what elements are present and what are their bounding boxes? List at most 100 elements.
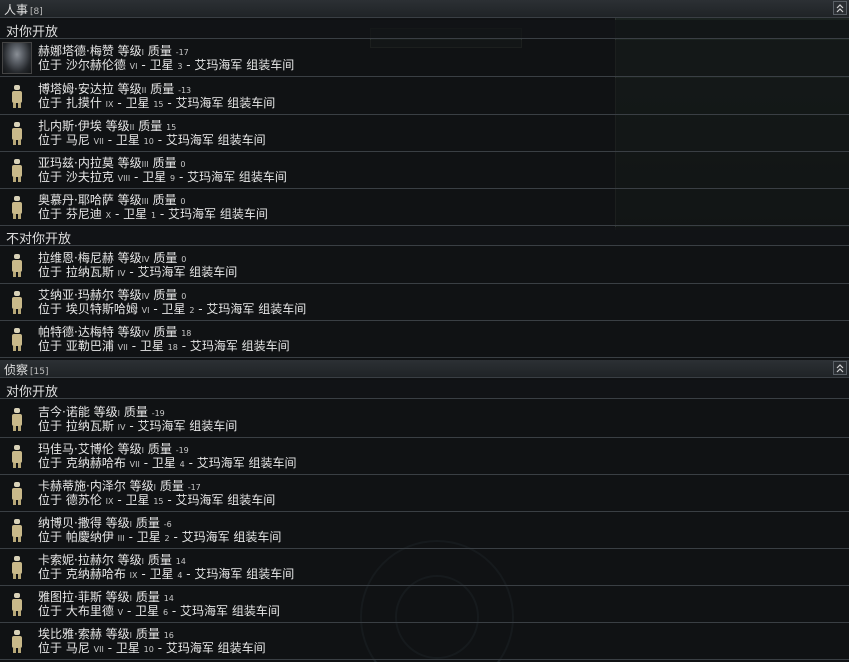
location-station: - 艾玛海军 组装车间 — [167, 493, 276, 507]
location-moon-number: 18 — [167, 343, 178, 352]
location-moon-label: - 卫星 — [143, 456, 176, 470]
location-planet-roman: IX — [105, 100, 114, 109]
agent-location-line: 位于 德苏伦 IX - 卫星 15 - 艾玛海军 组装车间 — [38, 491, 275, 508]
location-moon-number: 2 — [164, 534, 170, 543]
group-label: 对你开放 — [6, 25, 59, 40]
agent-icon[interactable] — [4, 480, 30, 506]
location-planet-roman: VIII — [117, 174, 131, 183]
section-count: [8] — [30, 7, 43, 17]
location-moon-number: 4 — [179, 460, 185, 469]
location-system: 位于 大布里德 — [38, 604, 114, 618]
agent-row[interactable]: 吉今·诺能 等级I 质量 -19 位于 拉纳瓦斯 IV - 艾玛海军 组装车间 — [0, 401, 849, 438]
agent-icon[interactable] — [4, 157, 30, 183]
location-moon-number: 15 — [153, 100, 164, 109]
agent-row[interactable]: 奥慕丹·耶哈萨 等级III 质量 0 位于 芬尼迪 X - 卫星 1 - 艾玛海军… — [0, 189, 849, 226]
location-station: - 艾玛海军 组装车间 — [198, 302, 307, 316]
location-moon-number: 4 — [177, 571, 183, 580]
agent-location-line: 位于 芬尼迪 X - 卫星 1 - 艾玛海军 组装车间 — [38, 205, 268, 222]
location-station: - 艾玛海军 组装车间 — [157, 133, 266, 147]
agent-icon[interactable] — [4, 443, 30, 469]
location-moon-label: - 卫星 — [114, 207, 148, 221]
agent-icon[interactable] — [4, 554, 30, 580]
agent-location-line: 位于 埃贝特斯哈姆 VI - 卫星 2 - 艾玛海军 组装车间 — [38, 300, 306, 317]
agent-icon[interactable] — [4, 591, 30, 617]
location-moon-number: 3 — [177, 62, 183, 71]
location-planet-roman: VII — [117, 343, 128, 352]
agent-row[interactable]: 艾纳亚·玛赫尔 等级IV 质量 0 位于 埃贝特斯哈姆 VI - 卫星 2 - 艾… — [0, 284, 849, 321]
agent-icon[interactable] — [4, 406, 30, 432]
section-title: 侦察 [15] — [4, 361, 49, 378]
agent-location-line: 位于 扎摸什 IX - 卫星 15 - 艾玛海军 组装车间 — [38, 94, 275, 111]
location-planet-roman: V — [117, 608, 124, 617]
agent-row[interactable]: 拉维恩·梅尼赫 等级IV 质量 0 位于 拉纳瓦斯 IV - 艾玛海军 组装车间 — [0, 247, 849, 284]
agent-row[interactable]: 埃比雅·索赫 等级I 质量 16 位于 马尼 VII - 卫星 10 - 艾玛海军… — [0, 623, 849, 660]
agent-row[interactable]: 赫娜塔德·梅赞 等级I 质量 -17 位于 沙尔赫伦德 VI - 卫星 3 - 艾… — [0, 40, 849, 77]
location-moon-number: 10 — [143, 645, 154, 654]
collapse-button[interactable] — [833, 361, 847, 375]
location-system: 位于 马尼 — [38, 641, 90, 655]
agent-row[interactable]: 亚玛兹·内拉莫 等级III 质量 0 位于 沙夫拉克 VIII - 卫星 9 - … — [0, 152, 849, 189]
agent-list-panel: 人事 [8] 对你开放 赫娜塔德·梅赞 等级I 质量 -17 位于 沙尔赫伦德 VI -… — [0, 0, 849, 662]
agent-location-line: 位于 马尼 VII - 卫星 10 - 艾玛海军 组装车间 — [38, 639, 266, 656]
agent-location-line: 位于 大布里德 V - 卫星 6 - 艾玛海军 组装车间 — [38, 602, 280, 619]
chevron-up-icon — [836, 4, 844, 13]
agent-icon[interactable] — [4, 517, 30, 543]
group-header[interactable]: 不对你开放 — [0, 227, 849, 247]
location-planet-roman: VII — [93, 645, 104, 654]
location-moon-label: - 艾玛海军 组装车间 — [129, 419, 238, 433]
location-system: 位于 德苏伦 — [38, 493, 102, 507]
agent-icon[interactable] — [4, 194, 30, 220]
agent-location-line: 位于 沙尔赫伦德 VI - 卫星 3 - 艾玛海军 组装车间 — [38, 56, 294, 73]
location-system: 位于 亚勒巴浦 — [38, 339, 114, 353]
location-system: 位于 沙尔赫伦德 — [38, 58, 126, 72]
location-system: 位于 拉纳瓦斯 — [38, 419, 114, 433]
location-moon-label: - 卫星 — [126, 604, 160, 618]
agent-icon[interactable] — [4, 289, 30, 315]
location-system: 位于 芬尼迪 — [38, 207, 102, 221]
agent-icon[interactable] — [4, 83, 30, 109]
agent-row[interactable]: 雅图拉·菲斯 等级I 质量 14 位于 大布里德 V - 卫星 6 - 艾玛海军 … — [0, 586, 849, 623]
agent-location-line: 位于 克纳赫哈布 VII - 卫星 4 - 艾玛海军 组装车间 — [38, 454, 297, 471]
location-planet-roman: IV — [117, 269, 126, 278]
location-moon-label: - 卫星 — [141, 567, 174, 581]
agent-row[interactable]: 扎内斯·伊埃 等级II 质量 15 位于 马尼 VII - 卫星 10 - 艾玛海… — [0, 115, 849, 152]
agent-row[interactable]: 帕特德·达梅特 等级IV 质量 18 位于 亚勒巴浦 VII - 卫星 18 - … — [0, 321, 849, 358]
location-moon-label: - 卫星 — [107, 133, 140, 147]
location-moon-label: - 卫星 — [141, 58, 174, 72]
agent-icon[interactable] — [4, 628, 30, 654]
agent-location-line: 位于 亚勒巴浦 VII - 卫星 18 - 艾玛海军 组装车间 — [38, 337, 290, 354]
agent-icon[interactable] — [4, 252, 30, 278]
collapse-button[interactable] — [833, 1, 847, 15]
agent-row[interactable]: 卡赫蒂施·内泽尔 等级I 质量 -17 位于 德苏伦 IX - 卫星 15 - 艾… — [0, 475, 849, 512]
location-station: - 艾玛海军 组装车间 — [178, 170, 287, 184]
agent-row[interactable]: 纳博贝·撒得 等级I 质量 -6 位于 帕慶纳伊 III - 卫星 2 - 艾玛海… — [0, 512, 849, 549]
group-label: 不对你开放 — [6, 232, 72, 247]
section-header[interactable]: 侦察 [15] — [0, 360, 849, 378]
location-planet-roman: X — [105, 211, 112, 220]
location-system: 位于 埃贝特斯哈姆 — [38, 302, 138, 316]
location-planet-roman: IV — [117, 423, 126, 432]
location-station: - 艾玛海军 组装车间 — [157, 641, 266, 655]
location-moon-number: 15 — [153, 497, 164, 506]
agent-location-line: 位于 帕慶纳伊 III - 卫星 2 - 艾玛海军 组装车间 — [38, 528, 281, 545]
location-station: - 艾玛海军 组装车间 — [171, 604, 280, 618]
location-planet-roman: VI — [129, 62, 138, 71]
agent-portrait[interactable] — [2, 42, 32, 74]
group-header[interactable]: 对你开放 — [0, 380, 849, 400]
agent-row[interactable]: 博塔姆·安达拉 等级II 质量 -13 位于 扎摸什 IX - 卫星 15 - 艾… — [0, 78, 849, 115]
location-moon-label: - 卫星 — [131, 339, 164, 353]
location-station: - 艾玛海军 组装车间 — [181, 339, 290, 353]
location-planet-roman: IX — [129, 571, 138, 580]
agent-row[interactable]: 卡索妮·拉赫尔 等级I 质量 14 位于 克纳赫哈布 IX - 卫星 4 - 艾玛… — [0, 549, 849, 586]
agent-location-line: 位于 马尼 VII - 卫星 10 - 艾玛海军 组装车间 — [38, 131, 266, 148]
agent-row[interactable]: 玛佳马·艾博伦 等级I 质量 -19 位于 克纳赫哈布 VII - 卫星 4 - … — [0, 438, 849, 475]
location-planet-roman: IX — [105, 497, 114, 506]
location-system: 位于 克纳赫哈布 — [38, 567, 126, 581]
agent-location-line: 位于 克纳赫哈布 IX - 卫星 4 - 艾玛海军 组装车间 — [38, 565, 294, 582]
agent-location-line: 位于 沙夫拉克 VIII - 卫星 9 - 艾玛海军 组装车间 — [38, 168, 287, 185]
agent-icon[interactable] — [4, 326, 30, 352]
section-header[interactable]: 人事 [8] — [0, 0, 849, 18]
agent-icon[interactable] — [4, 120, 30, 146]
location-system: 位于 拉纳瓦斯 — [38, 265, 114, 279]
group-header[interactable]: 对你开放 — [0, 20, 849, 40]
